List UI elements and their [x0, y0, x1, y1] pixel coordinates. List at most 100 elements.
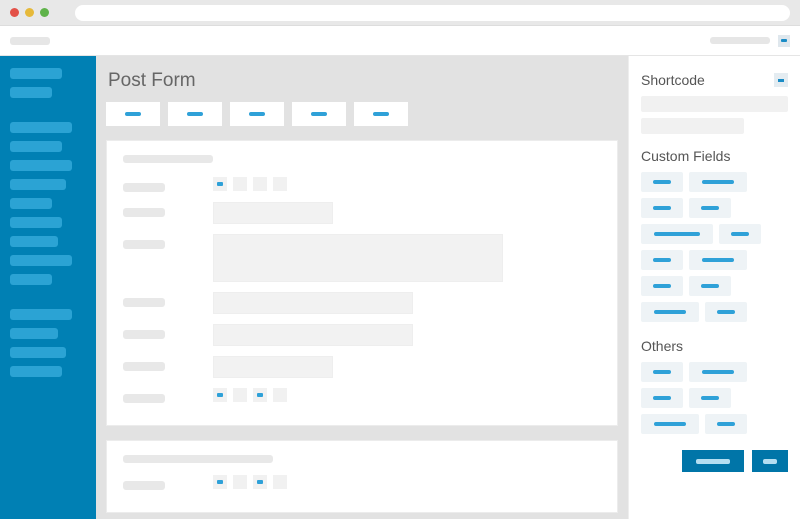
others-grid	[641, 362, 788, 434]
option-chip[interactable]	[273, 475, 287, 489]
text-input[interactable]	[213, 202, 333, 224]
field-chip[interactable]	[689, 276, 731, 296]
field-chip[interactable]	[641, 276, 683, 296]
tab-item[interactable]	[230, 102, 284, 126]
option-chip[interactable]	[213, 388, 227, 402]
field-chip[interactable]	[689, 388, 731, 408]
text-input[interactable]	[213, 324, 413, 346]
chip-row	[213, 177, 503, 191]
save-button[interactable]	[682, 450, 744, 472]
admin-top-bar	[0, 26, 800, 56]
others-title-text: Others	[641, 338, 683, 354]
shortcode-title-text: Shortcode	[641, 72, 705, 88]
right-sidebar: Shortcode Custom Fields Others	[628, 56, 800, 519]
field-chip[interactable]	[641, 224, 713, 244]
admin-sidebar	[0, 56, 96, 519]
option-chip[interactable]	[273, 177, 287, 191]
sidebar-group-1	[10, 68, 86, 98]
others-title: Others	[641, 338, 788, 354]
sidebar-item[interactable]	[10, 274, 52, 285]
form-row	[123, 177, 601, 192]
option-chip[interactable]	[233, 475, 247, 489]
field-chip[interactable]	[641, 388, 683, 408]
option-chip[interactable]	[253, 177, 267, 191]
field-chip[interactable]	[719, 224, 761, 244]
field-chip[interactable]	[641, 302, 699, 322]
tab-item[interactable]	[354, 102, 408, 126]
sidebar-item[interactable]	[10, 328, 58, 339]
tab-item[interactable]	[168, 102, 222, 126]
window-close-icon[interactable]	[10, 8, 19, 17]
sidebar-item[interactable]	[10, 366, 62, 377]
tab-row	[106, 102, 618, 126]
sidebar-item[interactable]	[10, 198, 52, 209]
field-chip[interactable]	[689, 250, 747, 270]
secondary-button[interactable]	[752, 450, 788, 472]
option-chip[interactable]	[213, 475, 227, 489]
panel-heading	[123, 155, 213, 163]
field-label	[123, 330, 165, 339]
field-label	[123, 481, 165, 490]
option-chip[interactable]	[213, 177, 227, 191]
top-bar-left-placeholder	[10, 37, 50, 45]
option-chip[interactable]	[273, 388, 287, 402]
collapse-toggle-icon[interactable]	[774, 73, 788, 87]
form-row	[123, 324, 601, 346]
url-bar[interactable]	[75, 5, 790, 21]
option-chip[interactable]	[233, 388, 247, 402]
field-chip[interactable]	[641, 172, 683, 192]
field-chip[interactable]	[689, 362, 747, 382]
sidebar-item[interactable]	[10, 141, 62, 152]
sidebar-item[interactable]	[10, 122, 72, 133]
textarea[interactable]	[213, 234, 503, 282]
field-label	[123, 240, 165, 249]
sidebar-item[interactable]	[10, 236, 58, 247]
field-label	[123, 298, 165, 307]
window-maximize-icon[interactable]	[40, 8, 49, 17]
app-shell: Post Form	[0, 56, 800, 519]
tab-item[interactable]	[106, 102, 160, 126]
field-chip[interactable]	[705, 414, 747, 434]
sidebar-item[interactable]	[10, 309, 72, 320]
option-chip[interactable]	[253, 475, 267, 489]
field-chip[interactable]	[641, 250, 683, 270]
panel-heading	[123, 455, 273, 463]
tab-item[interactable]	[292, 102, 346, 126]
shortcode-title: Shortcode	[641, 72, 788, 88]
field-chip[interactable]	[641, 414, 699, 434]
sidebar-group-3	[10, 309, 86, 377]
field-chip[interactable]	[689, 198, 731, 218]
form-panel-main	[106, 140, 618, 426]
sidebar-item[interactable]	[10, 87, 52, 98]
text-input[interactable]	[213, 292, 413, 314]
chip-row	[213, 388, 503, 402]
window-minimize-icon[interactable]	[25, 8, 34, 17]
chip-row	[213, 475, 503, 489]
sidebar-item[interactable]	[10, 217, 62, 228]
top-bar-right-placeholder	[710, 37, 770, 44]
sidebar-item[interactable]	[10, 160, 72, 171]
option-chip[interactable]	[233, 177, 247, 191]
field-label	[123, 183, 165, 192]
action-row	[641, 450, 788, 472]
custom-fields-title-text: Custom Fields	[641, 148, 730, 164]
form-panel-secondary	[106, 440, 618, 513]
browser-chrome	[0, 0, 800, 26]
text-input[interactable]	[213, 356, 333, 378]
top-bar-action-icon[interactable]	[778, 35, 790, 47]
field-chip[interactable]	[641, 362, 683, 382]
shortcode-line	[641, 96, 788, 112]
sidebar-item[interactable]	[10, 179, 66, 190]
field-chip[interactable]	[689, 172, 747, 192]
form-row	[123, 292, 601, 314]
custom-fields-title: Custom Fields	[641, 148, 788, 164]
sidebar-item[interactable]	[10, 68, 62, 79]
sidebar-item[interactable]	[10, 347, 66, 358]
main-content: Post Form	[96, 56, 628, 519]
form-row	[123, 356, 601, 378]
page-title: Post Form	[108, 70, 618, 92]
field-chip[interactable]	[641, 198, 683, 218]
field-chip[interactable]	[705, 302, 747, 322]
option-chip[interactable]	[253, 388, 267, 402]
sidebar-item[interactable]	[10, 255, 72, 266]
